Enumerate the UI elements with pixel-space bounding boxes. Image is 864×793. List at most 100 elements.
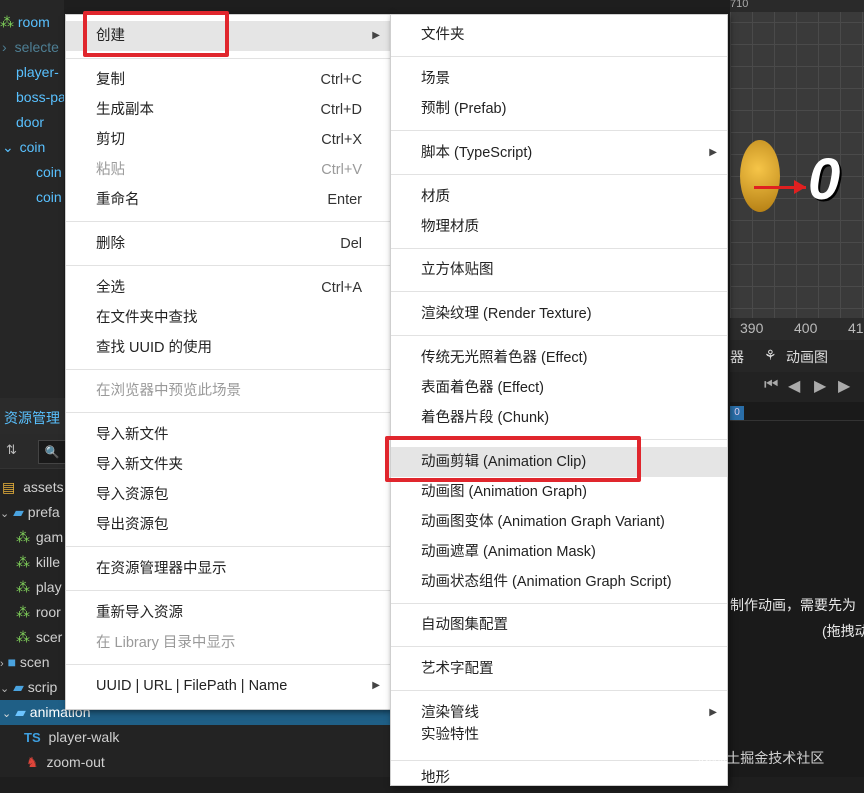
menu-item-import-folder[interactable]: 导入新文件夹 — [66, 450, 390, 480]
node-icon: ⁂ — [0, 14, 14, 30]
assets-title[interactable]: 资源管理 — [4, 408, 60, 428]
tree-item-coin[interactable]: ⌄ coin — [0, 135, 64, 160]
menu-separator — [391, 690, 727, 691]
menu-separator — [66, 58, 390, 59]
prefab-icon: ⁂ — [16, 554, 30, 570]
tree-item-coin-child[interactable]: coin — [0, 160, 64, 185]
menu-separator — [66, 265, 390, 266]
submenu-item-chunk[interactable]: 着色器片段 (Chunk) — [391, 403, 727, 433]
chevron-right-icon: ▶ — [709, 147, 717, 158]
submenu-item-cubemap[interactable]: 立方体贴图 — [391, 255, 727, 285]
next-frame-icon[interactable]: ▶ — [838, 376, 850, 396]
menu-item-cut[interactable]: 剪切 Ctrl+X — [66, 125, 390, 155]
typescript-icon: TS — [24, 730, 41, 745]
folder-icon: ■ — [7, 654, 17, 670]
submenu-item-scene[interactable]: 场景 — [391, 64, 727, 94]
tab-animation-graph[interactable]: 动画图 — [786, 347, 828, 367]
submenu-item-physics-material[interactable]: 物理材质 — [391, 212, 727, 242]
submenu-item-render-texture[interactable]: 渲染纹理 (Render Texture) — [391, 299, 727, 329]
animation-toolbar: ⏮ ◀ ▶ ▶ — [730, 372, 864, 402]
hierarchy-panel: ⁂ room › selecte player- boss-pa door ⌄ … — [0, 0, 64, 398]
folder-open-icon: ▰ — [15, 704, 26, 720]
menu-item-import-file[interactable]: 导入新文件 — [66, 420, 390, 450]
menu-separator — [391, 603, 727, 604]
submenu-item-material[interactable]: 材质 — [391, 182, 727, 212]
chevron-down-icon: ⌄ — [2, 139, 14, 155]
prefab-icon: ⁂ — [16, 629, 30, 645]
graph-icon: ⚘ — [764, 347, 777, 363]
menu-item-delete[interactable]: 删除 Del — [66, 229, 390, 259]
submenu-item-prefab[interactable]: 预制 (Prefab) — [391, 94, 727, 124]
hint-text: (拖拽动 — [822, 623, 864, 639]
menu-separator — [391, 174, 727, 175]
submenu-item-label-atlas[interactable]: 艺术字配置 — [391, 654, 727, 684]
menu-item-show-in-library[interactable]: 在 Library 目录中显示 — [66, 628, 390, 658]
chevron-right-icon: ▶ — [372, 30, 380, 41]
menu-separator — [66, 369, 390, 370]
menu-separator — [66, 546, 390, 547]
create-submenu: 文件夹 场景 预制 (Prefab) 脚本 (TypeScript) ▶ 材质 … — [390, 14, 728, 786]
asset-script-item[interactable]: TS player-walk — [0, 725, 390, 750]
sort-icon[interactable]: ⇅ — [6, 442, 17, 458]
arrow-head-icon — [794, 180, 806, 194]
highlight-box — [385, 436, 641, 482]
chevron-down-icon: ⌄ — [0, 508, 10, 520]
menu-item-select-all[interactable]: 全选 Ctrl+A — [66, 273, 390, 303]
prefab-icon: ⁂ — [16, 579, 30, 595]
submenu-item-auto-atlas[interactable]: 自动图集配置 — [391, 610, 727, 640]
scene-view[interactable]: 0 — [730, 0, 864, 340]
menu-item-duplicate[interactable]: 生成副本 Ctrl+D — [66, 95, 390, 125]
submenu-item-animation-graph-variant[interactable]: 动画图变体 (Animation Graph Variant) — [391, 507, 727, 537]
play-icon[interactable]: ▶ — [814, 376, 826, 396]
submenu-item-experimental[interactable]: 实验特性 — [391, 720, 727, 750]
db-icon: ▤ — [2, 479, 16, 495]
menu-item-export-package[interactable]: 导出资源包 — [66, 510, 390, 540]
tree-item-door[interactable]: door — [0, 110, 64, 135]
chevron-right-icon: ▶ — [372, 680, 380, 691]
submenu-item-surface-effect[interactable]: 表面着色器 (Effect) — [391, 373, 727, 403]
menu-item-import-package[interactable]: 导入资源包 — [66, 480, 390, 510]
menu-separator — [391, 335, 727, 336]
submenu-item-animation-graph-script[interactable]: 动画状态组件 (Animation Graph Script) — [391, 567, 727, 597]
tab-partial[interactable]: 器 — [730, 347, 744, 367]
menu-item-reimport[interactable]: 重新导入资源 — [66, 598, 390, 628]
asset-anim-item[interactable]: ♞ zoom-out — [0, 750, 390, 775]
menu-item-rename[interactable]: 重命名 Enter — [66, 185, 390, 215]
menu-item-find-uuid[interactable]: 查找 UUID 的使用 — [66, 333, 390, 363]
animation-timeline[interactable]: 0 制作动画，需要先为 (拖拽动 — [730, 402, 864, 777]
prefab-icon: ⁂ — [16, 529, 30, 545]
menu-item-preview-browser[interactable]: 在浏览器中预览此场景 — [66, 376, 390, 406]
menu-separator — [66, 412, 390, 413]
submenu-item-folder[interactable]: 文件夹 — [391, 20, 727, 50]
folder-open-icon: ▰ — [13, 679, 24, 695]
tree-item-boss[interactable]: boss-pa — [0, 85, 64, 110]
menu-separator — [66, 221, 390, 222]
submenu-item-animation-mask[interactable]: 动画遮罩 (Animation Mask) — [391, 537, 727, 567]
tree-item-player[interactable]: player- — [0, 60, 64, 85]
first-frame-icon[interactable]: ⏮ — [764, 376, 778, 394]
menu-item-copy[interactable]: 复制 Ctrl+C — [66, 65, 390, 95]
menu-separator — [66, 664, 390, 665]
animation-clip-icon: ♞ — [26, 754, 39, 770]
tree-item-room[interactable]: ⁂ room — [0, 10, 64, 35]
menu-item-uuid-url[interactable]: UUID | URL | FilePath | Name ▶ — [66, 671, 390, 701]
prefab-icon: ⁂ — [16, 604, 30, 620]
animation-tabs: 器 ⚘ 动画图 — [730, 340, 864, 372]
coin-sprite-icon — [740, 140, 780, 212]
menu-item-find-in-folder[interactable]: 在文件夹中查找 — [66, 303, 390, 333]
submenu-item-script[interactable]: 脚本 (TypeScript) ▶ — [391, 138, 727, 168]
context-menu: 创建 ▶ 复制 Ctrl+C 生成副本 Ctrl+D 剪切 Ctrl+X 粘贴 … — [65, 14, 391, 710]
timeline-ruler — [730, 406, 864, 421]
menu-item-show-in-explorer[interactable]: 在资源管理器中显示 — [66, 554, 390, 584]
menu-separator — [391, 291, 727, 292]
menu-item-paste[interactable]: 粘贴 Ctrl+V — [66, 155, 390, 185]
tree-item-coin-child[interactable]: coin — [0, 185, 64, 210]
tree-item-selected[interactable]: › selecte — [0, 35, 64, 60]
chevron-down-icon: ⌄ — [0, 683, 10, 695]
submenu-item-terrain[interactable]: 地形 — [391, 763, 727, 793]
menu-separator — [66, 590, 390, 591]
search-icon[interactable]: 🔍 — [38, 440, 66, 464]
prev-frame-icon[interactable]: ◀ — [788, 376, 800, 396]
menu-separator — [391, 248, 727, 249]
submenu-item-unlit-effect[interactable]: 传统无光照着色器 (Effect) — [391, 343, 727, 373]
